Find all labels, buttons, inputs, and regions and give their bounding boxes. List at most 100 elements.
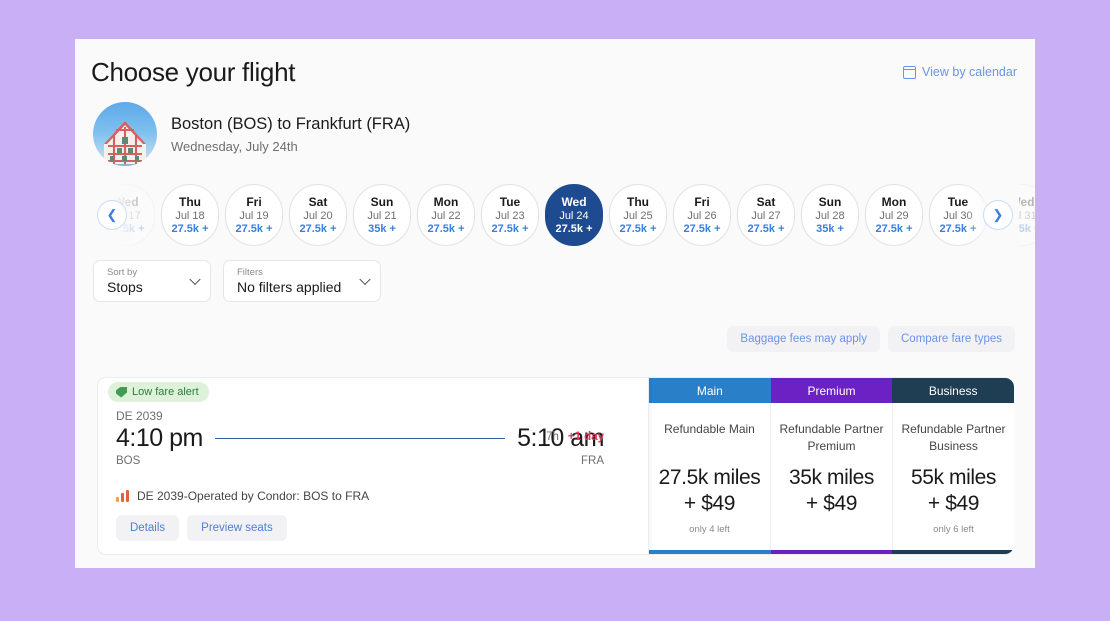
date-selector-carousel: ❮ ❯ WedJul 1727.5k +ThuJul 1827.5k +FriJ… (75, 182, 1035, 248)
fare-name: Refundable Partner Business (901, 422, 1006, 454)
date-pill-dow: Tue (499, 195, 521, 209)
date-pill-dow: Wed (1009, 195, 1035, 209)
date-pill-date: Jul 19 (239, 210, 269, 222)
fare-class-headers: Main Premium Business (649, 378, 1014, 403)
date-pill-price: 27.5k + (555, 223, 593, 235)
date-pill-dow: Fri (694, 195, 710, 209)
operated-by-label: DE 2039-Operated by Condor: BOS to FRA (137, 489, 370, 503)
fare-class-label: Business (928, 383, 978, 398)
date-pill-dow: Thu (179, 195, 201, 209)
route-text: Boston (BOS) to Frankfurt (FRA) Wednesda… (171, 113, 410, 156)
date-pill-price: 27.5k + (299, 223, 337, 235)
fare-name: Refundable Partner Premium (779, 422, 884, 454)
fare-option-card[interactable]: Refundable Partner Premium 35k miles + $49 (771, 403, 893, 550)
flight-results-page: Choose your flight View by calendar Bost… (75, 39, 1035, 568)
fare-cash: + $49 (927, 491, 980, 515)
seats-left: only 6 left (933, 524, 974, 535)
date-pill-price: 27.5k + (235, 223, 273, 235)
date-pill-price: 35k + (368, 223, 396, 235)
preview-seats-button[interactable]: Preview seats (187, 515, 287, 541)
route-summary: Boston (BOS) to Frankfurt (FRA) Wednesda… (75, 88, 1035, 166)
date-pill-date: Jul 18 (175, 210, 205, 222)
date-pill[interactable]: Sun Jul 21 35k + (353, 184, 411, 246)
date-pill-dow: Tue (947, 195, 969, 209)
fare-price: 55k miles + $49 (910, 465, 997, 516)
filter-controls: Sort by Stops Filters No filters applied (75, 248, 1035, 302)
fare-cash: + $49 (805, 491, 858, 515)
date-pill-date: Jul 26 (687, 210, 717, 222)
date-pill[interactable]: Sat Jul 20 27.5k + (289, 184, 347, 246)
date-pill[interactable]: Tue Jul 30 27.5k + (929, 184, 987, 246)
date-pill-dow: Mon (881, 195, 907, 209)
date-pill-date: Jul 28 (815, 210, 845, 222)
chevron-down-icon (359, 273, 371, 286)
flight-buttons: Details Preview seats (116, 515, 604, 541)
date-pill[interactable]: Thu Jul 25 27.5k + (609, 184, 667, 246)
fare-miles: 35k miles (788, 466, 875, 489)
departure-airport: BOS (116, 455, 141, 467)
fare-class-label: Main (696, 383, 723, 398)
details-button[interactable]: Details (116, 515, 180, 541)
date-track: WedJul 1727.5k +ThuJul 1827.5k +FriJul 1… (91, 182, 1035, 248)
fare-price: 27.5k miles + $49 (659, 465, 761, 516)
fare-price: 35k miles + $49 (788, 465, 875, 516)
date-pill-price: 27.5k + (875, 223, 913, 235)
date-pill-date: Jul 24 (559, 210, 589, 222)
filters-select[interactable]: Filters No filters applied (223, 260, 381, 302)
date-pill-dow: Mon (433, 195, 459, 209)
destination-avatar (93, 102, 157, 166)
date-pill-dow: Sun (370, 195, 394, 209)
low-fare-alert-label: Low fare alert (132, 386, 199, 398)
date-pill[interactable]: Sun Jul 28 35k + (801, 184, 859, 246)
fare-miles: 27.5k miles (658, 466, 761, 489)
date-pill-dow: Sat (756, 195, 776, 209)
arrival-airport: FRA (581, 455, 604, 467)
fare-accent-bars (649, 550, 1014, 554)
date-pill[interactable]: Tue Jul 23 27.5k + (481, 184, 539, 246)
date-pill-price: 27.5k + (491, 223, 529, 235)
fare-class-header[interactable]: Premium (770, 378, 893, 403)
fare-class-header[interactable]: Business (892, 378, 1014, 403)
fare-name: Refundable Main (664, 422, 755, 436)
view-by-calendar-label: View by calendar (922, 65, 1017, 79)
date-pill-dow: Sun (818, 195, 842, 209)
date-pill[interactable]: Mon Jul 29 27.5k + (865, 184, 923, 246)
date-pill[interactable]: Thu Jul 18 27.5k + (161, 184, 219, 246)
date-pill-date: Jul 29 (879, 210, 909, 222)
date-pill[interactable]: Mon Jul 22 27.5k + (417, 184, 475, 246)
date-pill[interactable]: Fri Jul 26 27.5k + (673, 184, 731, 246)
tag-icon (116, 386, 127, 398)
date-pill-price: 27.5k + (171, 223, 209, 235)
route-line (214, 437, 506, 440)
route-title: Boston (BOS) to Frankfurt (FRA) (171, 114, 411, 133)
fare-accent-bar (892, 550, 1014, 554)
next-dates-button[interactable]: ❯ (983, 200, 1013, 230)
date-pill-date: Jul 22 (431, 210, 461, 222)
date-pill-dow: Sat (308, 195, 328, 209)
view-by-calendar-link[interactable]: View by calendar (903, 65, 1017, 79)
date-pill-date: Jul 21 (367, 210, 397, 222)
flight-number: DE 2039 (116, 409, 163, 423)
fare-cash: + $49 (683, 491, 736, 515)
fare-class-header[interactable]: Main (649, 378, 771, 403)
date-pill-date: Jul 23 (495, 210, 525, 222)
date-pill-price: 35k + (816, 223, 844, 235)
fare-option-card[interactable]: Refundable Main 27.5k miles + $49 only 4 le… (649, 403, 771, 550)
departure-time: 4:10 pm (116, 424, 203, 452)
baggage-fees-link[interactable]: Baggage fees may apply (727, 326, 880, 352)
flight-result-row[interactable]: Low fare alert DE 2039 4:10 pm 5:10 am B… (97, 377, 1014, 555)
fare-option-card[interactable]: Refundable Partner Business 55k miles + $4… (893, 403, 1014, 550)
date-pill[interactable]: Sat Jul 27 27.5k + (737, 184, 795, 246)
prev-dates-button[interactable]: ❮ (97, 200, 127, 230)
compare-fare-types-link[interactable]: Compare fare types (888, 326, 1015, 352)
fare-accent-bar (649, 550, 771, 554)
sort-by-label: Sort by (107, 267, 138, 278)
date-pill[interactable]: Wed Jul 24 27.5k + (545, 184, 603, 246)
aircraft-bars-icon (116, 490, 129, 502)
calendar-icon (903, 65, 917, 79)
fare-miles: 55k miles (910, 466, 997, 489)
sort-by-select[interactable]: Sort by Stops (93, 260, 211, 302)
date-pill-price: 27.5k + (427, 223, 465, 235)
date-pill[interactable]: Fri Jul 19 27.5k + (225, 184, 283, 246)
half-timbered-house-illustration (104, 121, 146, 166)
